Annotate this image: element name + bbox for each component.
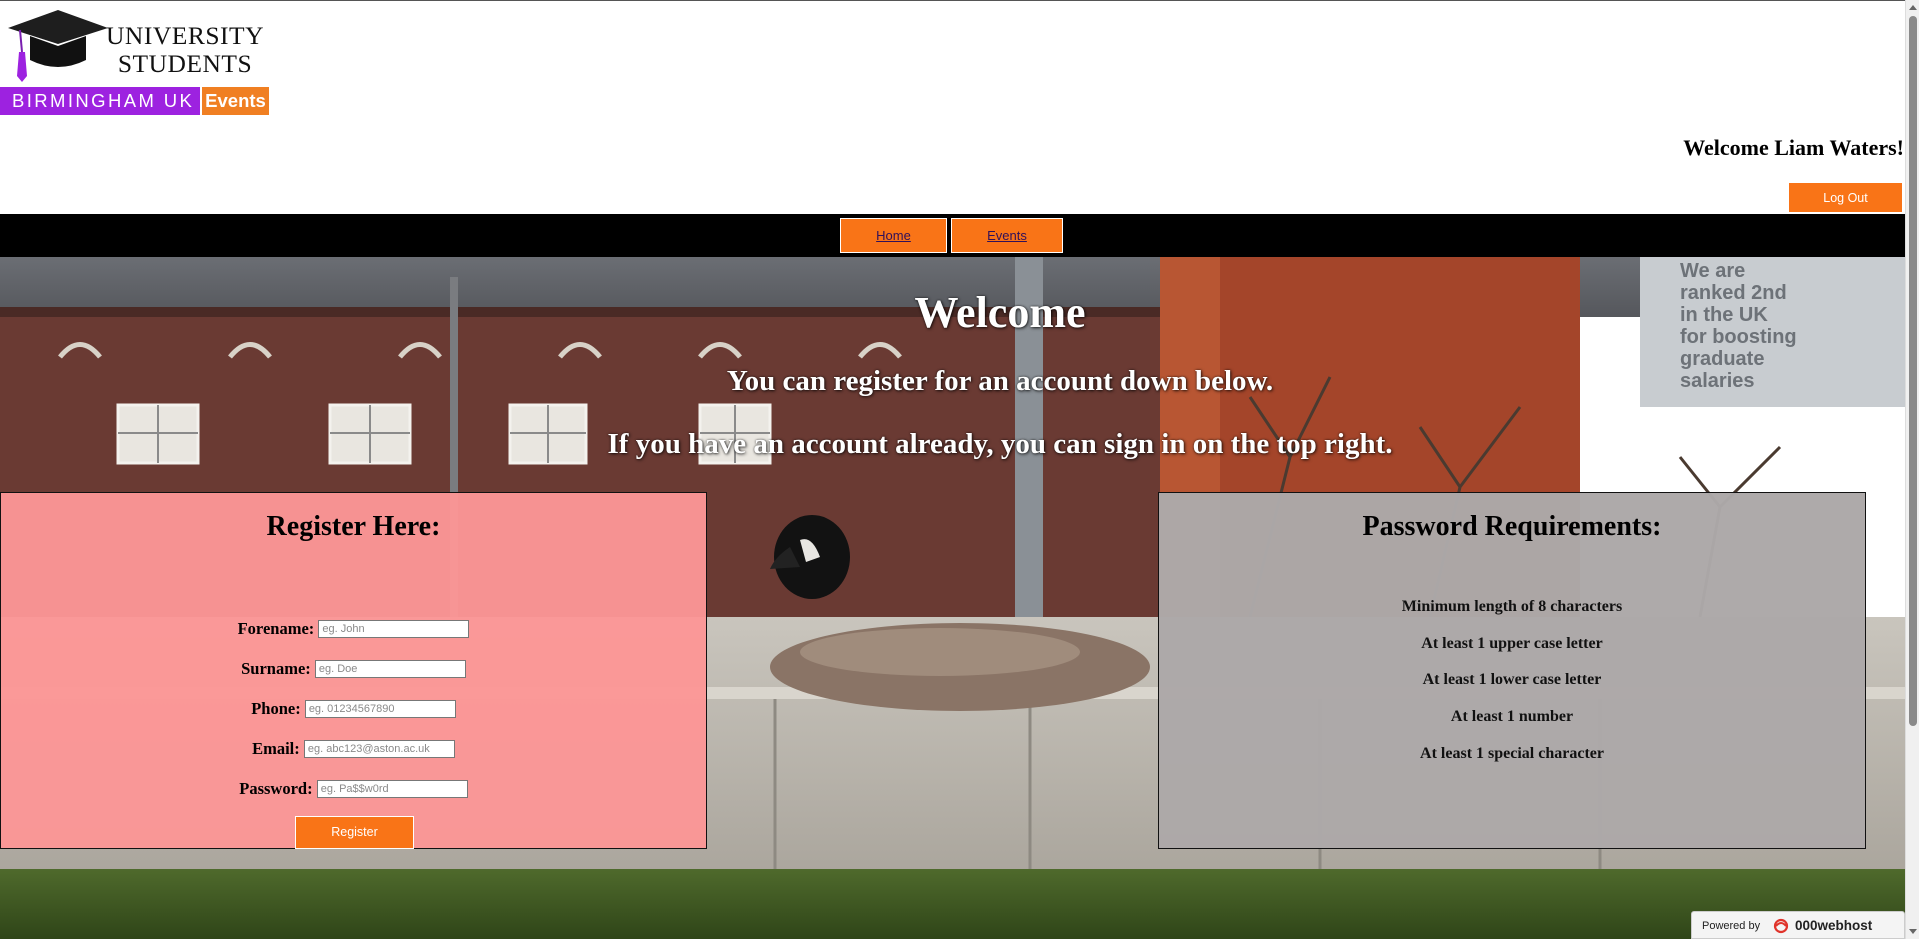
banner-sign-line-1: We are [1680, 260, 1745, 282]
nav-events-link[interactable]: Events [951, 218, 1063, 253]
nav-home-link[interactable]: Home [840, 218, 947, 253]
surname-label: Surname: [241, 659, 311, 679]
scrollbar-thumb[interactable] [1909, 16, 1917, 726]
requirement-item: At least 1 number [1450, 708, 1574, 725]
logo-city: BIRMINGHAM UK [0, 87, 200, 115]
hero-signin-text: If you have an account already, you can … [607, 428, 1393, 460]
logo-title: UNIVERSITY STUDENTS [105, 22, 265, 78]
phone-label: Phone: [251, 699, 301, 719]
graduation-cap-icon [8, 10, 108, 82]
requirement-item: At least 1 upper case letter [1421, 635, 1603, 652]
site-header: UNIVERSITY STUDENTS BIRMINGHAM UK Events… [0, 0, 1905, 214]
email-row: Email: [1, 738, 706, 759]
forename-label: Forename: [237, 619, 315, 639]
password-requirements-panel: Password Requirements: Minimum length of… [1158, 492, 1866, 849]
register-panel: Register Here: Forename: Surname: Phone:… [0, 492, 707, 849]
surname-input[interactable] [314, 660, 466, 679]
password-input[interactable] [316, 780, 468, 799]
email-label: Email: [252, 739, 300, 759]
welcome-user-text: Welcome Liam Waters! [1683, 135, 1904, 160]
scroll-down-arrow-icon[interactable] [1909, 929, 1917, 934]
site-logo[interactable]: UNIVERSITY STUDENTS BIRMINGHAM UK Events [0, 8, 270, 115]
password-label: Password: [239, 779, 313, 799]
powered-by-label: Powered by [1702, 920, 1761, 932]
surname-row: Surname: [1, 658, 706, 679]
logo-tag: Events [202, 87, 269, 115]
logo-line-1: UNIVERSITY [106, 21, 264, 50]
logo-line-2: STUDENTS [117, 49, 253, 78]
webhost-logo-icon [1773, 918, 1789, 934]
phone-row: Phone: [1, 698, 706, 719]
hero-title: Welcome [914, 288, 1086, 337]
requirement-item: At least 1 special character [1420, 745, 1604, 762]
logout-button[interactable]: Log Out [1788, 182, 1903, 213]
forename-input[interactable] [318, 620, 470, 639]
powered-by-badge[interactable]: Powered by 000webhost [1691, 911, 1905, 939]
forename-row: Forename: [1, 618, 706, 639]
register-button[interactable]: Register [295, 816, 414, 849]
email-input[interactable] [303, 740, 455, 759]
requirement-item: Minimum length of 8 characters [1401, 598, 1623, 615]
requirement-item: At least 1 lower case letter [1422, 671, 1602, 688]
main-nav: Home Events [0, 214, 1905, 257]
password-row: Password: [1, 778, 706, 799]
hero-register-text: You can register for an account down bel… [726, 365, 1274, 397]
page-scrollbar[interactable] [1905, 0, 1919, 939]
scroll-up-arrow-icon[interactable] [1909, 5, 1917, 10]
password-requirements-title: Password Requirements: [1362, 511, 1662, 542]
register-title: Register Here: [266, 511, 441, 542]
powered-by-brand: 000webhost [1795, 918, 1873, 933]
phone-input[interactable] [304, 700, 456, 719]
